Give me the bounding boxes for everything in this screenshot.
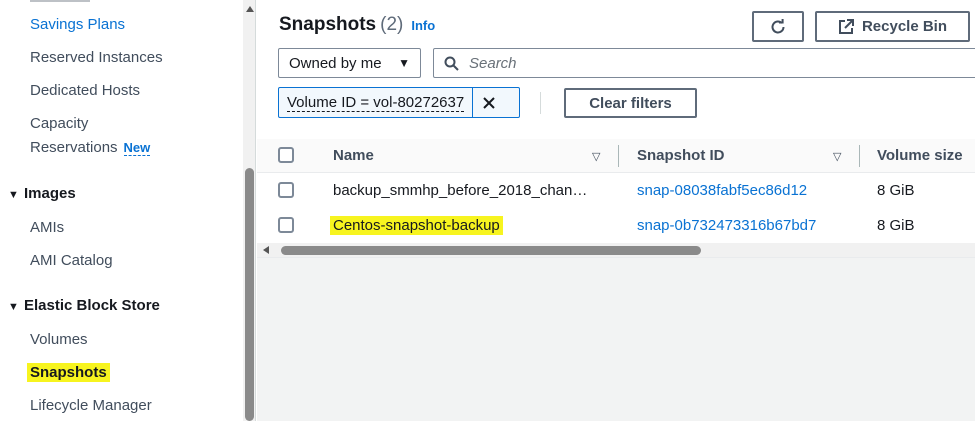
caret-down-icon: ▼	[8, 189, 19, 201]
search-icon	[444, 56, 459, 71]
sidebar-group-label: Images	[24, 185, 76, 202]
table-header: Name ▽ Snapshot ID ▽ Volume size	[257, 139, 975, 173]
sidebar: Savings Plans Reserved Instances Dedicat…	[0, 0, 243, 421]
select-all-checkbox[interactable]	[278, 147, 294, 163]
table-header-area: Snapshots (2) Info Recycle Bin Owned by me…	[257, 0, 975, 139]
sidebar-group-elastic-block-store[interactable]: ▼ Elastic Block Store	[8, 297, 160, 314]
column-resizer[interactable]	[618, 145, 619, 167]
sidebar-item-savings-plans[interactable]: Savings Plans	[30, 16, 125, 33]
filter-token[interactable]: Volume ID = vol-80272637	[278, 87, 520, 118]
snapshot-name: Centos-snapshot-backup	[330, 216, 503, 235]
snapshot-name: backup_smmhp_before_2018_chan…	[333, 182, 588, 199]
sidebar-item-snapshots[interactable]: Snapshots	[27, 363, 110, 382]
sidebar-item-lifecycle-manager[interactable]: Lifecycle Manager	[30, 397, 152, 414]
sidebar-group-images[interactable]: ▼ Images	[8, 185, 76, 202]
clear-filters-label: Clear filters	[589, 94, 672, 112]
recycle-bin-label: Recycle Bin	[861, 18, 948, 35]
table-horizontal-scrollbar[interactable]	[257, 243, 975, 258]
item-count: (2)	[380, 14, 404, 35]
sidebar-item-volumes[interactable]: Volumes	[30, 331, 88, 348]
search-input[interactable]: Search	[433, 48, 975, 78]
sidebar-item-ami-catalog[interactable]: AMI Catalog	[30, 252, 113, 269]
caret-down-icon: ▼	[398, 56, 410, 70]
volume-size: 8 GiB	[877, 182, 915, 199]
volume-size: 8 GiB	[877, 217, 915, 234]
sidebar-item-capacity[interactable]: Capacity	[30, 115, 88, 132]
page-title: Snapshots (2) Info	[279, 14, 435, 36]
table-row[interactable]: backup_smmhp_before_2018_chan… snap-0803…	[257, 173, 975, 209]
sidebar-item-reserved-instances[interactable]: Reserved Instances	[30, 49, 163, 66]
owner-filter-value: Owned by me	[289, 54, 382, 72]
main-content: Snapshots (2) Info Recycle Bin Owned by me…	[257, 0, 975, 421]
refresh-icon	[771, 18, 785, 33]
sidebar-item-capacity-reservations[interactable]: Reservations New	[30, 139, 151, 156]
close-icon	[483, 96, 495, 109]
snapshot-id-link[interactable]: snap-0b732473316b67bd7	[637, 217, 816, 234]
table-row[interactable]: Centos-snapshot-backup snap-0b732473316b…	[257, 208, 975, 244]
sidebar-item-label: Reservations	[30, 139, 118, 156]
search-placeholder: Search	[469, 54, 517, 72]
owner-filter-select[interactable]: Owned by me ▼	[278, 48, 421, 78]
column-resizer[interactable]	[859, 145, 860, 167]
sidebar-scrollbar[interactable]	[243, 0, 256, 421]
external-link-icon	[838, 18, 854, 34]
filter-token-label[interactable]: Volume ID = vol-80272637	[279, 88, 472, 117]
sidebar-item-cut	[30, 0, 90, 2]
remove-filter-button[interactable]	[472, 88, 505, 117]
row-checkbox[interactable]	[278, 182, 294, 198]
clear-filters-button[interactable]: Clear filters	[564, 88, 697, 118]
scroll-up-arrow-icon[interactable]	[246, 6, 254, 12]
caret-down-icon: ▼	[8, 301, 19, 313]
sidebar-item-amis[interactable]: AMIs	[30, 219, 64, 236]
column-header-volume-size[interactable]: Volume size	[877, 147, 963, 164]
sidebar-group-label: Elastic Block Store	[24, 297, 160, 314]
refresh-button[interactable]	[752, 11, 804, 42]
snapshot-id-link[interactable]: snap-08038fabf5ec86d12	[637, 182, 807, 199]
new-badge: New	[123, 140, 151, 156]
sidebar-item-label: Snapshots	[27, 363, 110, 382]
row-checkbox[interactable]	[278, 217, 294, 233]
scrollbar-thumb[interactable]	[245, 168, 254, 421]
column-header-name[interactable]: Name	[333, 147, 374, 164]
scrollbar-thumb[interactable]	[281, 246, 701, 255]
page-title-text: Snapshots	[279, 14, 377, 35]
sort-caret-icon[interactable]: ▽	[592, 150, 600, 163]
sort-caret-icon[interactable]: ▽	[833, 150, 841, 163]
divider	[540, 92, 541, 114]
scroll-left-arrow-icon[interactable]	[263, 246, 269, 254]
info-link[interactable]: Info	[411, 18, 435, 33]
recycle-bin-button[interactable]: Recycle Bin	[815, 11, 970, 42]
column-header-snapshot-id[interactable]: Snapshot ID	[637, 147, 725, 164]
sidebar-item-dedicated-hosts[interactable]: Dedicated Hosts	[30, 82, 140, 99]
